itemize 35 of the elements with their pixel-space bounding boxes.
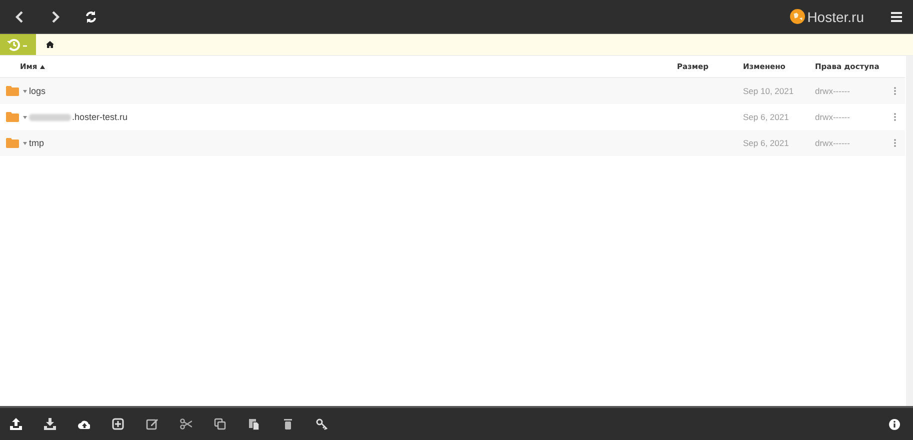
caret-icon[interactable] — [23, 116, 27, 118]
plus-square-icon[interactable] — [112, 418, 124, 430]
paste-icon[interactable] — [248, 418, 260, 430]
refresh-icon[interactable] — [85, 10, 97, 22]
caret-icon[interactable] — [23, 90, 27, 92]
key-icon[interactable] — [316, 418, 328, 430]
folder-icon — [6, 138, 19, 148]
table-cell-text: Sep 10, 2021 — [743, 86, 795, 96]
trash-icon[interactable] — [282, 418, 294, 430]
file-name[interactable]: logs — [29, 86, 46, 96]
copy-icon[interactable] — [214, 418, 226, 430]
chevron-right-icon[interactable] — [50, 10, 60, 22]
file-name[interactable]: .hoster-test.ru — [72, 112, 128, 122]
table-cell-text: drwx------ — [815, 138, 851, 148]
file-name[interactable]: tmp — [29, 138, 44, 148]
upload-icon[interactable] — [10, 418, 22, 430]
caret-icon[interactable] — [23, 142, 27, 144]
history-icon — [7, 38, 29, 50]
folder-icon — [6, 86, 19, 96]
table-cell-text: drwx------ — [815, 86, 851, 96]
globe-logo-icon — [790, 9, 806, 24]
edit-icon[interactable] — [146, 418, 158, 430]
table-cell-text: Sep 6, 2021 — [743, 138, 790, 148]
info-icon[interactable] — [889, 418, 900, 430]
table-cell-text: Sep 6, 2021 — [743, 112, 790, 122]
scrollbar[interactable] — [906, 56, 913, 406]
folder-icon — [6, 112, 19, 122]
menu-icon[interactable] — [891, 12, 902, 22]
table-cell-text: drwx------ — [815, 112, 851, 122]
home-icon[interactable] — [46, 41, 54, 48]
scissors-icon[interactable] — [180, 418, 192, 430]
chevron-left-icon[interactable] — [15, 10, 25, 22]
download-icon[interactable] — [44, 418, 56, 430]
logo-text: Hoster.ru — [807, 8, 864, 24]
cloud-upload-icon[interactable] — [78, 418, 90, 430]
